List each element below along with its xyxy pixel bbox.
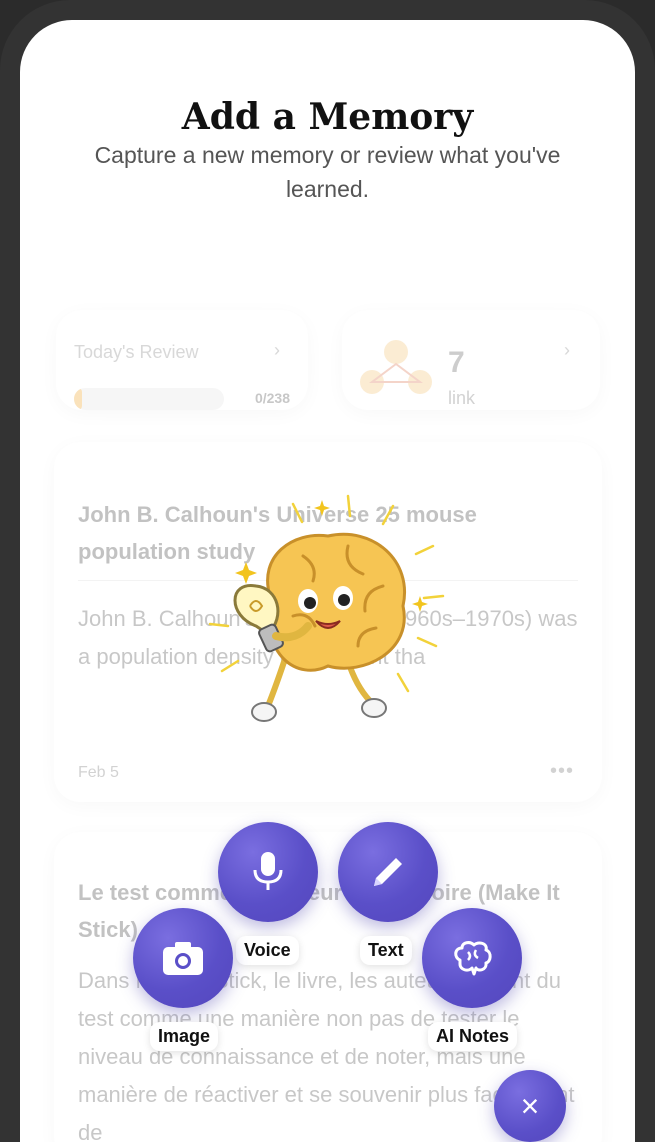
voice-button[interactable] xyxy=(218,822,318,922)
text-label: Text xyxy=(360,936,412,965)
todays-review-card[interactable]: Today's Review › 0/238 xyxy=(56,310,308,410)
chevron-right-icon: › xyxy=(274,340,280,360)
microphone-icon xyxy=(253,852,283,890)
camera-icon xyxy=(163,942,203,975)
review-progress-fill xyxy=(74,388,82,410)
review-progress-text: 0/238 xyxy=(254,390,290,406)
links-card[interactable]: 7 link › xyxy=(342,310,600,410)
ai-notes-button[interactable] xyxy=(422,908,522,1008)
brain-icon xyxy=(454,941,492,976)
image-label: Image xyxy=(150,1022,219,1051)
close-button[interactable]: × xyxy=(494,1070,566,1142)
app-screen: Add a Memory Capture a new memory or rev… xyxy=(20,20,635,1142)
memory-date: Feb 5 xyxy=(78,764,119,781)
more-options-icon[interactable]: ••• xyxy=(550,760,574,783)
review-label: Today's Review xyxy=(74,342,199,362)
mascots-icon xyxy=(360,340,432,394)
link-label: link xyxy=(448,388,476,408)
ai-notes-label: AI Notes xyxy=(428,1022,518,1051)
image-button[interactable] xyxy=(133,908,233,1008)
chevron-right-icon: › xyxy=(564,340,570,360)
text-button[interactable] xyxy=(338,822,438,922)
voice-label: Voice xyxy=(236,936,299,965)
link-count: 7 xyxy=(448,346,465,379)
close-icon: × xyxy=(520,1088,540,1124)
device-frame: Add a Memory Capture a new memory or rev… xyxy=(0,0,655,1142)
review-progress-bar xyxy=(74,388,224,410)
pencil-icon xyxy=(374,858,402,886)
brain-mascot-illustration xyxy=(208,494,445,722)
